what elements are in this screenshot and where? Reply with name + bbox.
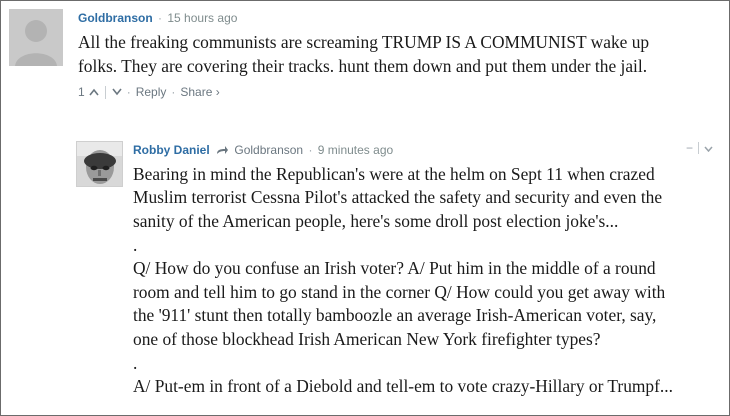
avatar[interactable] <box>76 141 123 187</box>
menu-divider <box>698 142 699 154</box>
vote-controls: 1 <box>78 84 122 100</box>
author-name[interactable]: Robby Daniel <box>133 143 210 157</box>
text-line: All the freaking communists are screamin… <box>78 32 650 52</box>
avatar[interactable] <box>9 9 63 66</box>
comment-thread: Goldbranson · 15 hours ago All the freak… <box>0 0 730 416</box>
action-separator: · <box>126 85 131 100</box>
text-line: . <box>133 234 138 255</box>
text-line: the '911' stunt then totally bamboozle a… <box>133 305 657 326</box>
timestamp[interactable]: 9 minutes ago <box>318 143 393 157</box>
default-avatar-icon <box>9 9 63 66</box>
timestamp[interactable]: 15 hours ago <box>167 11 237 25</box>
text-line: . <box>133 352 138 373</box>
chevron-up-icon[interactable] <box>89 84 99 100</box>
comment-body: Robby Daniel Goldbranson · 9 minutes ago… <box>133 141 721 399</box>
comment-header: Robby Daniel Goldbranson · 9 minutes ago <box>133 141 721 160</box>
comment-menu: − <box>686 141 713 155</box>
comment-text: All the freaking communists are screamin… <box>78 31 721 78</box>
reply-button[interactable]: Reply <box>136 84 167 100</box>
text-line: room and tell him to go stand in the cor… <box>133 281 666 302</box>
author-name[interactable]: Goldbranson <box>78 11 153 25</box>
reply-arrow-icon <box>216 142 229 160</box>
header-separator: · <box>158 11 163 25</box>
dropdown-chevron-icon[interactable] <box>704 141 713 155</box>
text-line: Q/ How do you confuse an Irish voter? A/… <box>133 258 656 279</box>
comment-text: Bearing in mind the Republican's were at… <box>133 163 721 399</box>
text-line: Muslim terrorist Cessna Pilot's attacked… <box>133 187 663 208</box>
user-photo-avatar <box>77 142 122 186</box>
vote-divider <box>104 85 106 99</box>
action-separator: · <box>171 85 176 100</box>
text-line: folks. They are covering their tracks. h… <box>78 55 648 76</box>
text-line: A/ Put-em in front of a Diebold and tell… <box>133 376 673 397</box>
text-line: sanity of the American people, here's so… <box>133 211 619 232</box>
comment-actions: 1 · Reply · Share › <box>78 84 721 100</box>
text-line: Bearing in mind the Republican's were at… <box>133 163 655 184</box>
header-separator: · <box>308 143 313 157</box>
upvote-count: 1 <box>78 85 85 100</box>
reply-to-name[interactable]: Goldbranson <box>234 143 303 157</box>
collapse-button[interactable]: − <box>686 141 693 155</box>
text-line: one of those blockhead Irish American Ne… <box>133 328 601 349</box>
chevron-down-icon[interactable] <box>112 84 122 100</box>
comment-body: Goldbranson · 15 hours ago All the freak… <box>78 9 721 100</box>
share-button[interactable]: Share › <box>180 84 219 100</box>
comment-header: Goldbranson · 15 hours ago <box>78 9 721 27</box>
